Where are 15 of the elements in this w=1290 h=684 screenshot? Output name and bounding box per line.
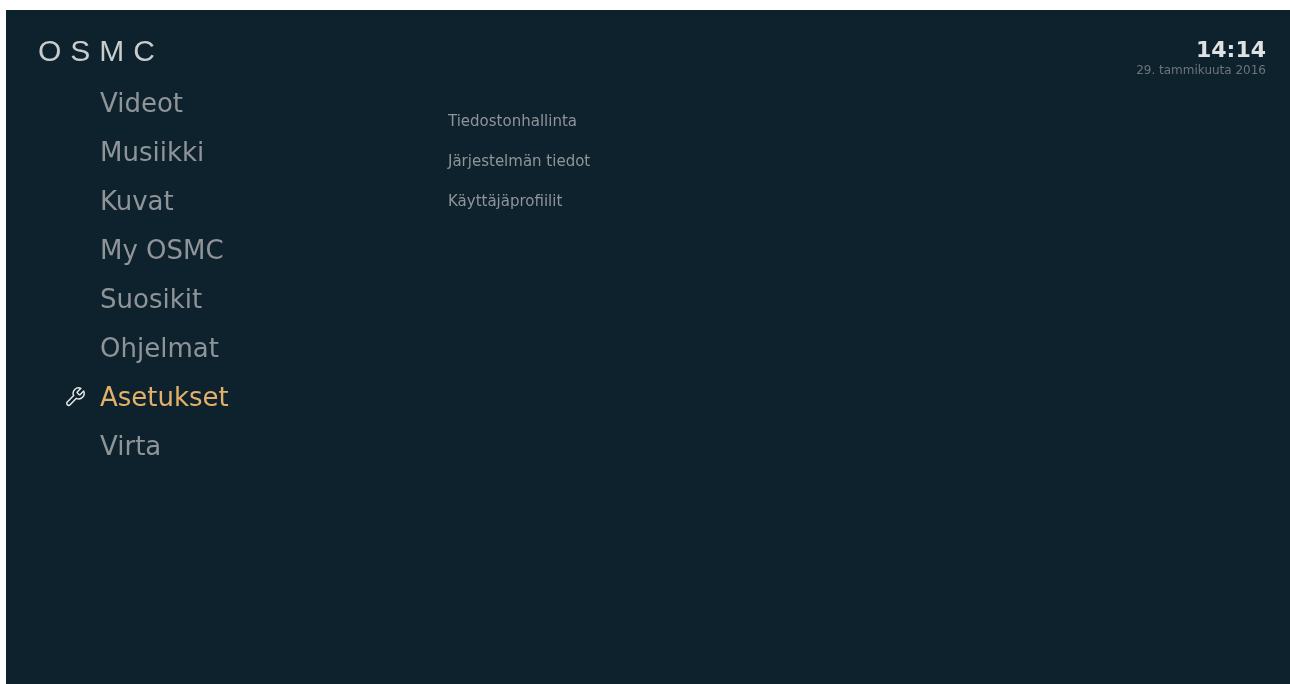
submenu-item[interactable]: Käyttäjäprofiilit — [448, 190, 591, 212]
date-text: 29. tammikuuta 2016 — [1136, 62, 1266, 78]
menu-item[interactable]: Ohjelmat — [100, 329, 219, 367]
menu-item[interactable]: Kuvat — [100, 182, 174, 220]
clock-time: 14:14 — [1195, 38, 1266, 62]
submenu-item[interactable]: Tiedostonhallinta — [448, 110, 591, 132]
osmc-logo: OSMC — [38, 36, 165, 66]
menu-item[interactable]: Virta — [100, 427, 162, 465]
submenu-item[interactable]: Järjestelmän tiedot — [448, 150, 591, 172]
menu-item[interactable]: My OSMC — [100, 231, 224, 269]
menu-item[interactable]: Musiikki — [100, 133, 205, 171]
menu-item[interactable]: Suosikit — [100, 280, 203, 318]
menu-item[interactable]: Asetukset — [100, 378, 229, 416]
wrench-icon — [64, 386, 86, 408]
menu-item[interactable]: Videot — [100, 84, 184, 122]
